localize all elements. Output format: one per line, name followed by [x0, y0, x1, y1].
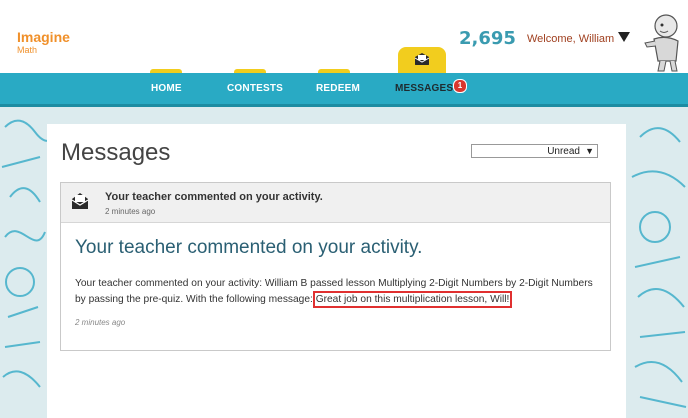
messages-panel: Messages Unread ▼ Your teacher commented…	[47, 124, 626, 418]
teacher-quote: Great job on this multiplication lesson,…	[312, 291, 513, 308]
nav-messages[interactable]: MESSAGES	[395, 73, 453, 104]
message-header-title: Your teacher commented on your activity.	[105, 191, 323, 203]
page-title: Messages	[61, 139, 171, 166]
message-body: Your teacher commented on your activity:…	[75, 276, 599, 308]
top-header: Imagine Math 2,695 Welcome, William	[0, 0, 688, 73]
filter-selected-value: Unread	[547, 146, 580, 157]
main-nav: HOME CONTESTS REDEEM MESSAGES	[0, 69, 688, 107]
message-header[interactable]: Your teacher commented on your activity.…	[61, 183, 610, 223]
welcome-text[interactable]: Welcome, William	[527, 33, 614, 45]
messages-tab[interactable]	[398, 47, 446, 73]
nav-redeem[interactable]: REDEEM	[316, 73, 360, 104]
app-logo[interactable]: Imagine Math	[17, 30, 70, 56]
nav-home[interactable]: HOME	[151, 73, 182, 104]
avatar[interactable]	[640, 13, 684, 73]
envelope-open-icon	[71, 193, 89, 209]
nav-contests[interactable]: CONTESTS	[227, 73, 283, 104]
message-time: 2 minutes ago	[75, 318, 126, 327]
caret-down-icon[interactable]	[618, 32, 630, 42]
notification-badge: 1	[453, 79, 467, 93]
points-counter: 2,695	[459, 28, 516, 49]
logo-subtitle: Math	[17, 45, 38, 55]
logo-name: Imagine	[17, 29, 70, 45]
message-header-time: 2 minutes ago	[105, 207, 156, 216]
message-card: Your teacher commented on your activity.…	[60, 182, 611, 351]
message-title: Your teacher commented on your activity.	[75, 237, 423, 258]
chevron-down-icon: ▼	[585, 146, 594, 156]
envelope-icon	[414, 53, 430, 65]
message-filter-select[interactable]: Unread ▼	[471, 144, 598, 158]
